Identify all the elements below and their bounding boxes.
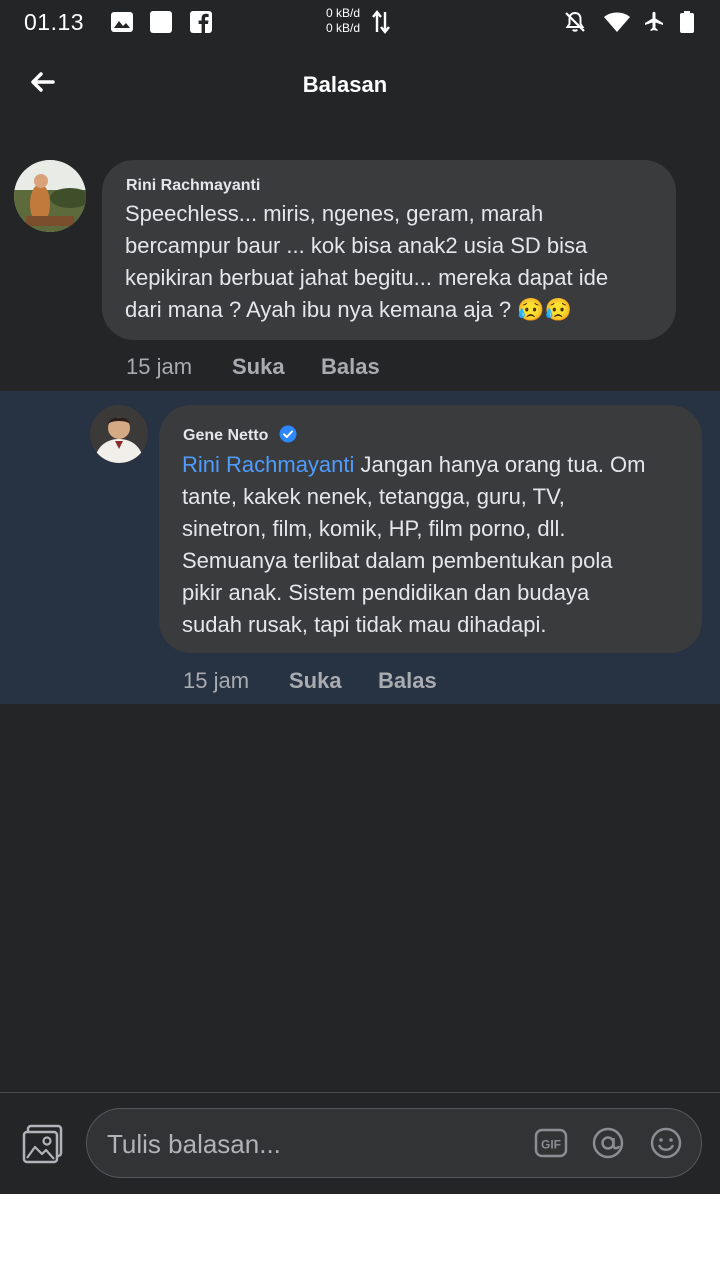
reply-highlight-row: Gene Netto Rini Rachmayanti Jangan hanya… bbox=[0, 391, 720, 704]
status-bar: 01.13 0 kB/d 0 kB/d bbox=[0, 0, 720, 44]
emoji-icon[interactable] bbox=[648, 1125, 684, 1161]
square-app-icon bbox=[150, 11, 172, 33]
avatar-rini-image bbox=[14, 160, 86, 232]
avatar-gene-image bbox=[90, 405, 148, 463]
gif-icon[interactable]: GIF bbox=[533, 1125, 569, 1161]
reply-first-line: Rini Rachmayanti Jangan hanya orang tua.… bbox=[182, 449, 697, 481]
replies-screen: 01.13 0 kB/d 0 kB/d Balasan Rini Rachmay… bbox=[0, 0, 720, 1194]
data-arrows-icon bbox=[372, 10, 390, 34]
photo-icon[interactable] bbox=[22, 1124, 64, 1164]
comment-like-button[interactable]: Suka bbox=[232, 354, 285, 380]
battery-icon bbox=[680, 11, 694, 33]
verified-badge-icon bbox=[279, 425, 297, 443]
mention-link[interactable]: Rini Rachmayanti bbox=[182, 452, 354, 477]
reply-author-wrap: Gene Netto bbox=[183, 425, 297, 445]
network-speed: 0 kB/d 0 kB/d bbox=[326, 6, 360, 36]
comment-line: bercampur baur ... kok bisa anak2 usia S… bbox=[125, 233, 588, 258]
reply-timestamp: 15 jam bbox=[183, 668, 250, 693]
at-sign-icon[interactable] bbox=[590, 1125, 626, 1161]
reply-reply-button[interactable]: Balas bbox=[378, 668, 437, 694]
reply-line: sudah rusak, tapi tidak mau dihadapi. bbox=[182, 612, 547, 637]
page-title: Balasan bbox=[302, 72, 388, 97]
comment-text: Speechless... miris, ngenes, geram, mara… bbox=[125, 198, 670, 326]
svg-text:GIF: GIF bbox=[541, 1138, 561, 1152]
reply-text: Rini Rachmayanti Jangan hanya orang tua.… bbox=[182, 449, 697, 641]
app-header: Balasan bbox=[0, 44, 720, 128]
comment-reply-button[interactable]: Balas bbox=[321, 354, 380, 380]
comment-line: Speechless... miris, ngenes, geram, mara… bbox=[125, 201, 544, 226]
reply-line: Jangan hanya orang tua. Om bbox=[354, 452, 646, 477]
reply-input[interactable]: Tulis balasan... GIF bbox=[86, 1108, 702, 1178]
facebook-icon bbox=[190, 11, 212, 34]
avatar-rini[interactable] bbox=[14, 160, 86, 232]
gallery-icon bbox=[111, 12, 133, 32]
comment-author[interactable]: Rini Rachmayanti bbox=[126, 177, 260, 195]
comment-bubble[interactable]: Rini Rachmayanti Speechless... miris, ng… bbox=[102, 160, 676, 340]
comment-timestamp: 15 jam bbox=[126, 354, 193, 379]
comment-line: dari mana ? Ayah ibu nya kemana aja ? 😥😥 bbox=[125, 297, 572, 322]
reply-author[interactable]: Gene Netto bbox=[183, 427, 268, 444]
reply-line: tante, kakek nenek, tetangga, guru, TV, bbox=[182, 484, 565, 509]
composer-divider bbox=[0, 1092, 720, 1093]
reply-line: Semuanya terlibat dalam pembentukan pola bbox=[182, 548, 613, 573]
net-up-text: 0 kB/d bbox=[326, 6, 361, 20]
reply-like-button[interactable]: Suka bbox=[289, 668, 342, 694]
reply-input-placeholder: Tulis balasan... bbox=[107, 1129, 281, 1159]
reply-bubble[interactable]: Gene Netto Rini Rachmayanti Jangan hanya… bbox=[159, 405, 702, 653]
status-time: 01.13 bbox=[24, 9, 85, 35]
net-down-text: 0 kB/d bbox=[326, 21, 361, 35]
airplane-icon bbox=[645, 11, 663, 32]
avatar-gene[interactable] bbox=[90, 405, 148, 463]
reply-line: pikir anak. Sistem pendidikan dan budaya bbox=[182, 580, 590, 605]
comment-line: kepikiran berbuat jahat begitu... mereka… bbox=[125, 265, 609, 290]
reply-line: sinetron, film, komik, HP, film porno, d… bbox=[182, 516, 566, 541]
bell-off-icon bbox=[565, 11, 585, 32]
wifi-icon bbox=[604, 12, 630, 32]
